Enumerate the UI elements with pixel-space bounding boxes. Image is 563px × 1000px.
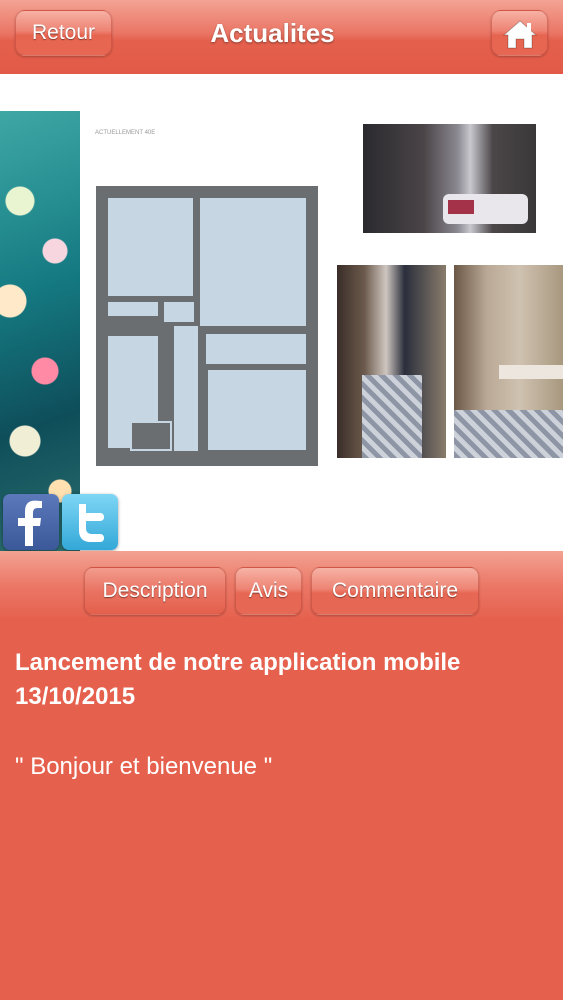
article-content: Lancement de notre application mobile 13… xyxy=(15,646,550,782)
article-message: " Bonjour et bienvenue " xyxy=(15,753,273,780)
back-button[interactable]: Retour xyxy=(15,10,112,56)
top-bar: Retour Actualites xyxy=(0,0,563,74)
bokeh-photo xyxy=(0,111,80,551)
tab-commentaire[interactable]: Commentaire xyxy=(311,567,479,615)
corridor-photo xyxy=(337,265,446,458)
twitter-share-button[interactable] xyxy=(62,494,118,550)
twitter-icon xyxy=(79,504,104,542)
home-button[interactable] xyxy=(491,10,548,56)
article-date: 13/10/2015 xyxy=(15,683,136,710)
plan-caption: ACTUELLEMENT 40E xyxy=(95,130,156,136)
news-image: ACTUELLEMENT 40E xyxy=(0,74,563,551)
facebook-icon xyxy=(18,500,42,546)
tab-avis[interactable]: Avis xyxy=(235,567,302,615)
home-icon xyxy=(502,20,538,49)
bedroom-photo xyxy=(363,124,536,233)
room-photo xyxy=(454,265,563,458)
facebook-share-button[interactable] xyxy=(3,494,59,550)
floor-plan xyxy=(96,186,318,466)
tab-description[interactable]: Description xyxy=(84,567,226,615)
article-headline: Lancement de notre application mobile xyxy=(15,649,461,676)
page-title: Actualites xyxy=(210,18,335,48)
tab-bar: Description Avis Commentaire xyxy=(0,551,563,621)
